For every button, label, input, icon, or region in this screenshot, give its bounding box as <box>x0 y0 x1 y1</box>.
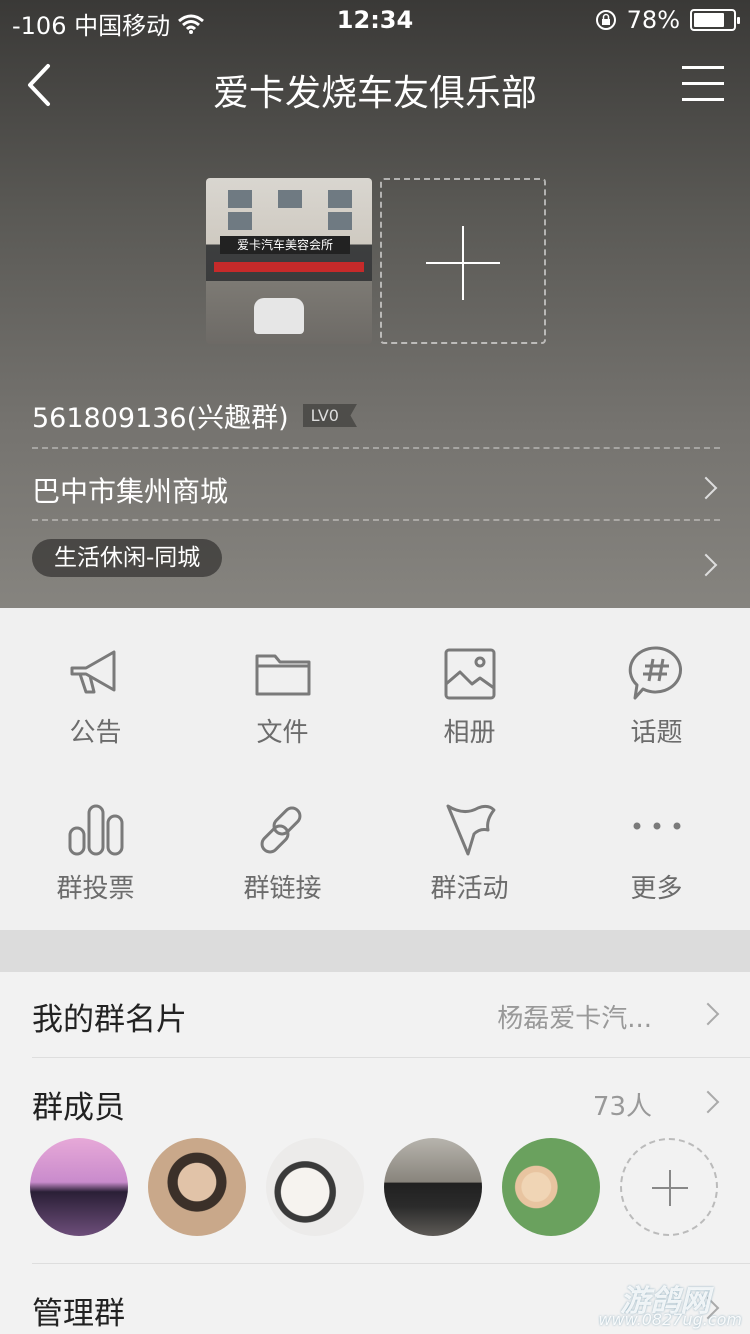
func-link[interactable]: 群链接 <box>189 800 376 950</box>
category-pill: 生活休闲-同城 <box>32 539 223 577</box>
watermark-url: www.0827ug.com <box>598 1310 742 1329</box>
divider <box>32 519 720 521</box>
category-row[interactable]: 生活休闲-同城 <box>32 533 720 593</box>
func-label: 群链接 <box>243 874 322 904</box>
album-icon <box>444 648 495 700</box>
chevron-right-icon <box>696 1090 720 1114</box>
photo-sign: 爱卡汽车美容会所 <box>220 236 350 254</box>
flag-icon <box>446 804 495 856</box>
photo-detail <box>228 212 252 230</box>
battery-icon <box>690 9 740 31</box>
menu-line <box>682 98 724 101</box>
photo-detail <box>328 212 352 230</box>
menu-icon[interactable] <box>682 66 724 102</box>
status-right: 78% <box>595 6 740 34</box>
func-label: 话题 <box>630 718 683 748</box>
func-label: 群投票 <box>56 874 135 904</box>
group-id-row: 561809136(兴趣群) LV0 <box>32 396 357 435</box>
level-badge: LV0 <box>302 404 357 427</box>
location-text: 巴中市集州商城 <box>32 475 229 508</box>
avatar[interactable] <box>30 1138 128 1236</box>
member-avatars <box>30 1138 718 1236</box>
plus-icon <box>669 1170 671 1206</box>
func-album[interactable]: 相册 <box>376 644 563 794</box>
func-label: 文件 <box>256 718 309 748</box>
func-label: 公告 <box>69 718 122 748</box>
func-vote[interactable]: 群投票 <box>2 800 189 950</box>
function-grid: 公告 文件 相册 话题 群投票 群链接 群活动 更多 <box>0 608 750 930</box>
plus-icon <box>462 226 464 300</box>
megaphone-icon <box>70 650 115 694</box>
add-member-button[interactable] <box>620 1138 718 1236</box>
folder-icon <box>255 654 310 696</box>
nav-bar: 爱卡发烧车友俱乐部 <box>0 40 750 130</box>
menu-line <box>682 66 724 69</box>
photo-banner <box>214 262 364 272</box>
func-files[interactable]: 文件 <box>189 644 376 794</box>
func-activity[interactable]: 群活动 <box>376 800 563 950</box>
menu-line <box>682 82 724 85</box>
func-label: 群活动 <box>430 874 509 904</box>
divider <box>32 447 720 449</box>
photo-detail <box>228 190 252 208</box>
photo-detail <box>278 190 302 208</box>
page-title: 爱卡发烧车友俱乐部 <box>212 73 537 114</box>
avatar[interactable] <box>502 1138 600 1236</box>
topic-hashtag-icon <box>628 646 682 700</box>
members-count: 73人 <box>592 1092 652 1122</box>
chevron-right-icon <box>694 553 718 577</box>
avatar[interactable] <box>148 1138 246 1236</box>
func-label: 更多 <box>630 874 683 904</box>
battery-percent: 78% <box>626 6 680 34</box>
manage-group-label: 管理群 <box>32 1296 125 1332</box>
members-label: 群成员 <box>32 1090 125 1126</box>
chevron-right-icon <box>696 1002 720 1026</box>
location-row[interactable]: 巴中市集州商城 <box>32 456 720 516</box>
section-separator <box>0 930 750 972</box>
my-group-card-label: 我的群名片 <box>32 1002 187 1038</box>
func-more[interactable]: 更多 <box>563 800 750 950</box>
my-group-card-row[interactable]: 我的群名片 杨磊爱卡汽... <box>32 972 750 1056</box>
link-icon <box>260 806 301 854</box>
photo-detail <box>328 190 352 208</box>
divider <box>32 1057 750 1058</box>
chevron-right-icon <box>694 476 718 500</box>
battery-fill <box>694 13 724 27</box>
group-photo[interactable]: 爱卡汽车美容会所 <box>206 178 372 344</box>
func-label: 相册 <box>443 718 496 748</box>
group-photos: 爱卡汽车美容会所 <box>206 178 546 344</box>
members-row[interactable]: 群成员 73人 <box>32 1060 750 1144</box>
my-group-card-value: 杨磊爱卡汽... <box>497 1004 652 1034</box>
photo-car <box>254 298 304 334</box>
avatar[interactable] <box>266 1138 364 1236</box>
vote-bars-icon <box>68 804 123 856</box>
func-announcement[interactable]: 公告 <box>2 644 189 794</box>
more-dots-icon <box>633 822 680 830</box>
avatar[interactable] <box>384 1138 482 1236</box>
status-bar: -106 中国移动 12:34 78% <box>0 0 750 40</box>
orientation-lock-icon <box>595 10 616 30</box>
group-id: 561809136(兴趣群) <box>32 403 289 434</box>
group-header: -106 中国移动 12:34 78% 爱卡发烧车友俱乐部 爱卡汽车美容会所 5… <box>0 0 750 608</box>
func-topic[interactable]: 话题 <box>563 644 750 794</box>
divider <box>32 1263 750 1264</box>
add-photo-button[interactable] <box>380 178 546 344</box>
